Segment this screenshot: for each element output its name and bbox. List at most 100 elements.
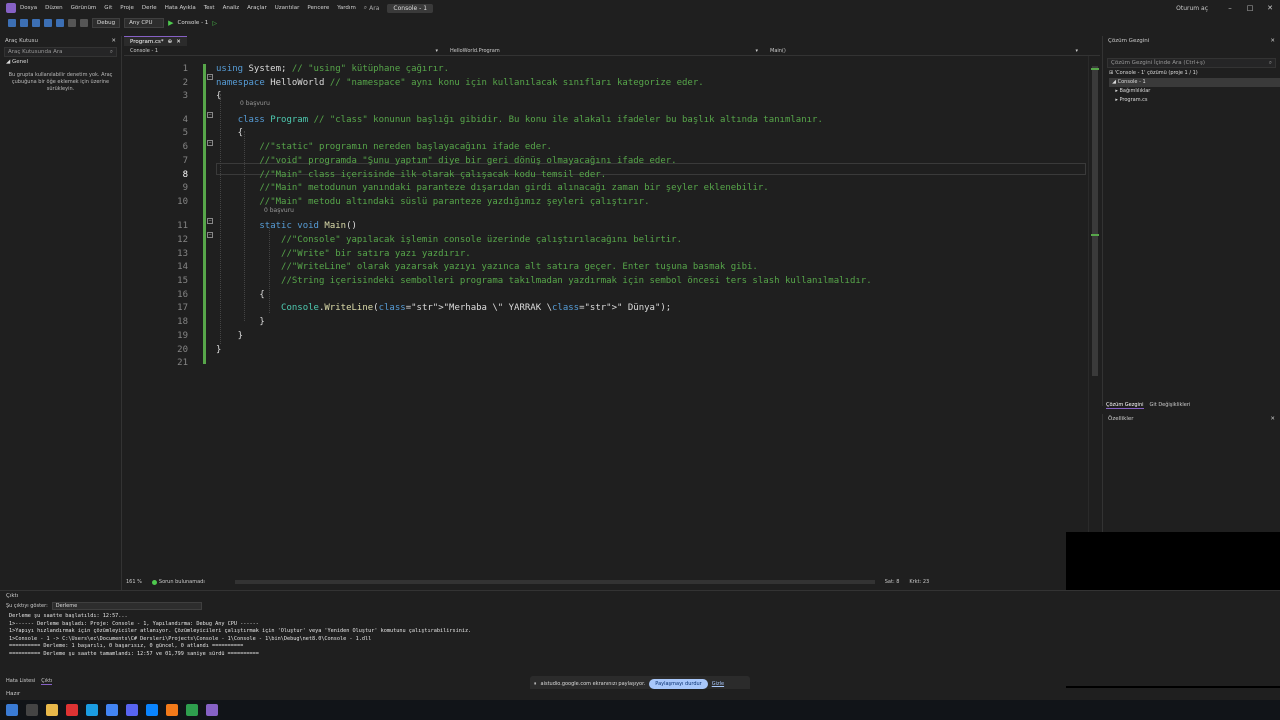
back-icon[interactable] — [8, 19, 16, 27]
code-line[interactable]: //"Write" bir satıra yazı yazdırır. — [216, 249, 471, 259]
sign-in-link[interactable]: Oturum aç — [1176, 5, 1208, 12]
zoom-level[interactable]: 161 % — [126, 579, 142, 585]
output-source-select[interactable]: Derleme — [51, 602, 202, 610]
code-line[interactable]: namespace HelloWorld // "namespace" aynı… — [216, 78, 704, 88]
fold-toggle-comments[interactable]: − — [207, 140, 213, 146]
code-line[interactable]: Console.WriteLine(class="str">"Merhaba \… — [216, 303, 671, 313]
menu-file[interactable]: Dosya — [20, 5, 37, 11]
close-icon[interactable]: ✕ — [1270, 38, 1275, 44]
search-icon[interactable] — [26, 704, 38, 716]
code-line[interactable]: using System; // "using" kütüphane çağır… — [216, 64, 449, 74]
telegram-icon[interactable] — [86, 704, 98, 716]
tree-item-program-cs[interactable]: ▸ Program.cs — [1109, 96, 1280, 105]
hide-button[interactable]: Gizle — [712, 681, 724, 687]
tree-item-project[interactable]: ◢ Console - 1 — [1109, 78, 1280, 87]
menu-build[interactable]: Derle — [142, 5, 157, 11]
code-line[interactable]: } — [216, 345, 221, 355]
nav-class-dropdown[interactable]: HelloWorld.Program ▾ — [444, 48, 764, 54]
tab-output[interactable]: Çıktı — [41, 678, 53, 685]
solution-search-placeholder: Çözüm Gezgini İçinde Ara (Ctrl+ş) — [1111, 60, 1205, 66]
code-line[interactable]: //"void" programda "Şunu yaptım" diye bi… — [216, 156, 676, 166]
solution-search-input[interactable]: Çözüm Gezgini İçinde Ara (Ctrl+ş) ⌕ — [1107, 58, 1276, 68]
app-icon[interactable] — [166, 704, 178, 716]
code-line[interactable]: //"Console" yapılacak işlemin console üz… — [216, 235, 682, 245]
fold-toggle-class[interactable]: − — [207, 112, 213, 118]
code-line[interactable]: //"Main" class içerisinde ilk olarak çal… — [216, 170, 606, 180]
close-icon[interactable]: ✕ — [1270, 416, 1275, 422]
discord-icon[interactable] — [126, 704, 138, 716]
redo-icon[interactable] — [80, 19, 88, 27]
code-line[interactable]: //String içerisindeki sembolleri program… — [216, 276, 872, 286]
code-line[interactable]: { — [216, 128, 243, 138]
search-box[interactable]: ⌕ Ara — [364, 4, 380, 12]
tab-git-changes[interactable]: Git Değişiklikleri — [1150, 402, 1191, 408]
tab-program-cs[interactable]: Program.cs* ⊕ ✕ — [124, 36, 187, 46]
open-icon[interactable] — [32, 19, 40, 27]
codelens-references[interactable]: 0 başvuru — [240, 100, 270, 107]
issues-indicator[interactable]: Sorun bulunamadı — [151, 579, 205, 585]
code-line[interactable]: { — [216, 290, 264, 300]
menu-debug[interactable]: Hata Ayıkla — [165, 5, 196, 11]
menu-edit[interactable]: Düzen — [45, 5, 62, 11]
new-file-icon[interactable] — [20, 19, 28, 27]
stop-sharing-button[interactable]: Paylaşmayı durdur — [649, 679, 708, 689]
opera-icon[interactable] — [66, 704, 78, 716]
run-without-debug-icon[interactable]: ▷ — [212, 20, 217, 27]
code-line[interactable]: //"Main" metodunun yanındaki paranteze d… — [216, 183, 768, 193]
nav-member-dropdown[interactable]: Main() ▾ — [764, 48, 1084, 54]
fold-toggle-method[interactable]: − — [207, 218, 213, 224]
save-icon[interactable] — [44, 19, 52, 27]
code-editor[interactable]: − − − − − 0 başvuru 0 başvuru 1234567891… — [124, 56, 1088, 576]
fold-toggle-comments[interactable]: − — [207, 232, 213, 238]
fold-toggle-namespace[interactable]: − — [207, 74, 213, 80]
file-explorer-icon[interactable] — [46, 704, 58, 716]
vscode-icon[interactable] — [146, 704, 158, 716]
code-line[interactable]: //"static" programın nereden başlayacağı… — [216, 142, 552, 152]
close-icon[interactable]: ✕ — [176, 39, 181, 45]
menu-project[interactable]: Proje — [120, 5, 134, 11]
chevron-down-icon: ▾ — [1075, 47, 1078, 54]
menu-test[interactable]: Test — [204, 5, 215, 11]
code-line[interactable]: //"WriteLine" olarak yazarsak yazıyı yaz… — [216, 262, 758, 272]
undo-icon[interactable] — [68, 19, 76, 27]
menu-analyze[interactable]: Analiz — [223, 5, 240, 11]
save-all-icon[interactable] — [56, 19, 64, 27]
menu-tools[interactable]: Araçlar — [247, 5, 267, 11]
pin-icon[interactable]: ⊕ — [168, 39, 173, 45]
maximize-icon[interactable]: □ — [1240, 4, 1260, 12]
toolbox-group[interactable]: ◢ Genel — [0, 58, 121, 66]
tab-error-list[interactable]: Hata Listesi — [6, 678, 35, 684]
codelens-references[interactable]: 0 başvuru — [264, 207, 294, 214]
chrome-icon[interactable] — [106, 704, 118, 716]
configuration-select[interactable]: Debug — [92, 18, 121, 28]
toolbox-search-input[interactable]: Araç Kutusunda Ara ⌕ — [4, 47, 117, 57]
nav-project-dropdown[interactable]: Console - 1 ▾ — [124, 48, 444, 54]
run-icon[interactable]: ▶ — [168, 19, 173, 27]
tree-item-solution[interactable]: ⊞ 'Console - 1' çözümü (proje 1 / 1) — [1109, 69, 1280, 78]
run-button[interactable]: Console - 1 — [177, 20, 208, 26]
platform-select[interactable]: Any CPU — [124, 18, 165, 28]
minimize-icon[interactable]: – — [1220, 4, 1240, 12]
horizontal-scrollbar[interactable] — [234, 580, 875, 584]
tab-solution-explorer[interactable]: Çözüm Gezgini — [1106, 402, 1144, 409]
menu-help[interactable]: Yardım — [337, 5, 356, 11]
vertical-scrollbar[interactable] — [1088, 56, 1100, 576]
scroll-thumb[interactable] — [1092, 66, 1098, 376]
code-line[interactable]: { — [216, 91, 221, 101]
visual-studio-icon[interactable] — [206, 704, 218, 716]
code-line[interactable]: } — [216, 331, 243, 341]
excel-icon[interactable] — [186, 704, 198, 716]
windows-start-icon[interactable] — [6, 704, 18, 716]
menu-git[interactable]: Git — [104, 5, 112, 11]
menu-extensions[interactable]: Uzantılar — [275, 5, 300, 11]
tree-item-dependencies[interactable]: ▸ Bağımlılıklar — [1109, 87, 1280, 96]
code-line[interactable]: //"Main" metodu altındaki süslü parantez… — [216, 197, 649, 207]
menu-view[interactable]: Görünüm — [71, 5, 97, 11]
close-icon[interactable]: ✕ — [1260, 4, 1280, 12]
code-line[interactable]: static void Main() — [216, 221, 357, 231]
menu-window[interactable]: Pencere — [307, 5, 329, 11]
solution-tree: ⊞ 'Console - 1' çözümü (proje 1 / 1) ◢ C… — [1103, 69, 1280, 105]
close-icon[interactable]: ✕ — [111, 38, 116, 44]
code-line[interactable]: } — [216, 317, 264, 327]
code-line[interactable]: class Program // "class" konunun başlığı… — [216, 115, 823, 125]
